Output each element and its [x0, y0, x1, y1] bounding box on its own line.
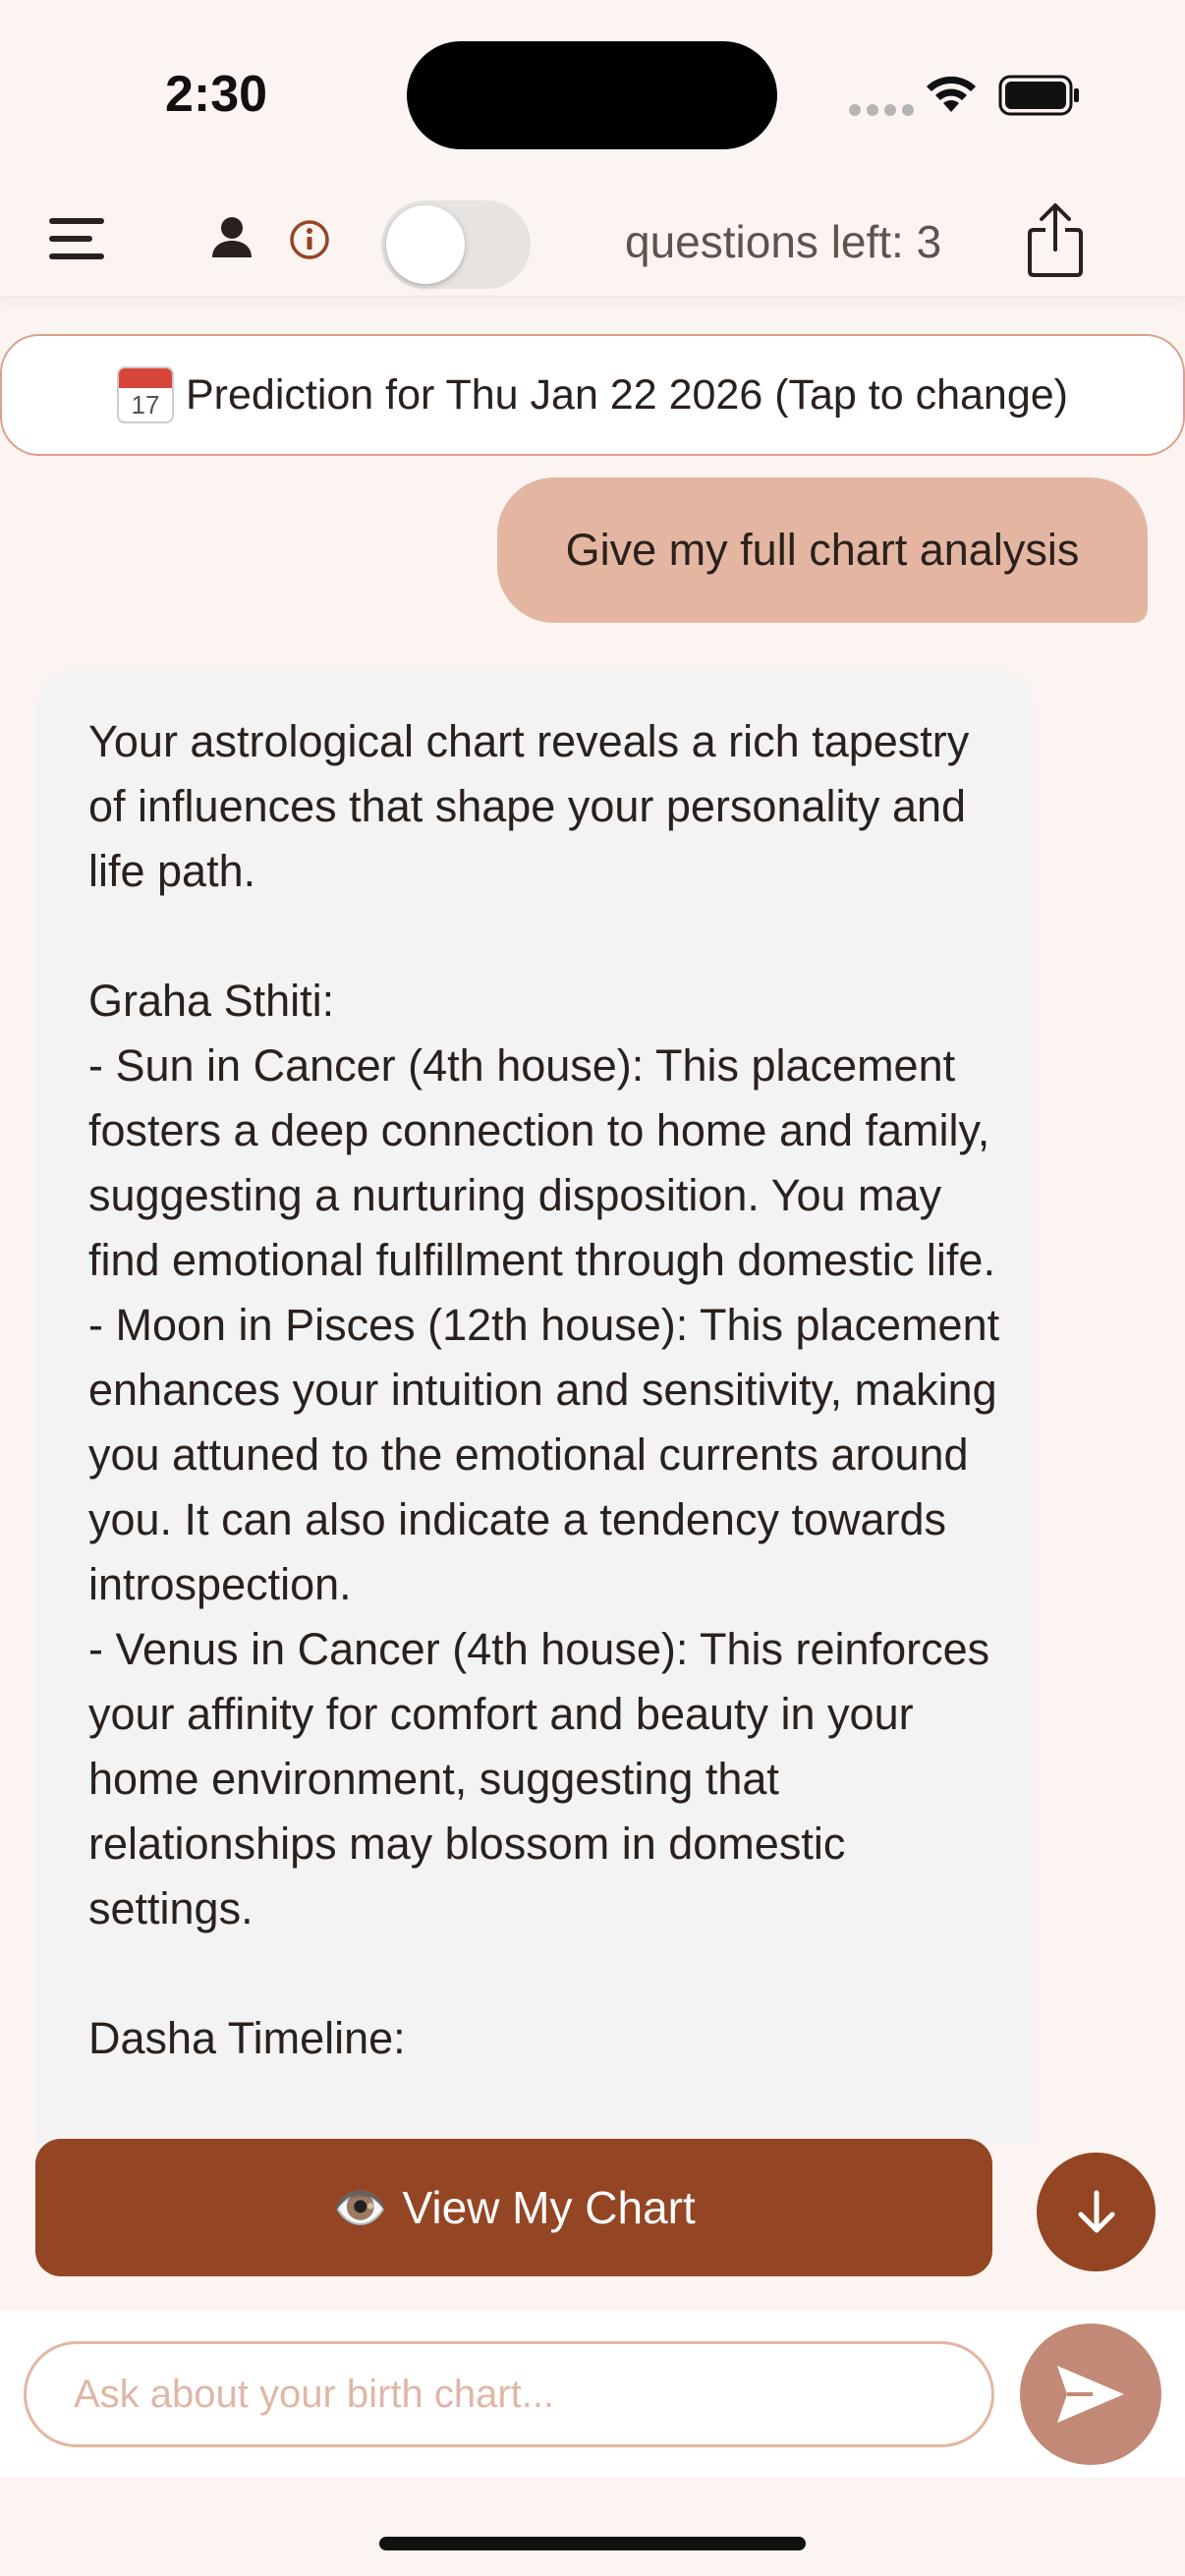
- user-message-text: Give my full chart analysis: [565, 525, 1080, 575]
- menu-icon[interactable]: [49, 216, 104, 261]
- scroll-down-button[interactable]: [1037, 2153, 1156, 2271]
- battery-icon: [998, 75, 1079, 116]
- share-icon[interactable]: [1024, 200, 1087, 281]
- user-message-bubble: Give my full chart analysis: [497, 477, 1148, 623]
- prediction-date-button[interactable]: 17 Prediction for Thu Jan 22 2026 (Tap t…: [0, 334, 1185, 456]
- send-button[interactable]: [1020, 2324, 1161, 2465]
- arrow-down-icon: [1078, 2190, 1114, 2232]
- status-bar: 2:30: [0, 0, 1185, 187]
- app-screen: 2:30 questions left: 3 17 Prediction for…: [0, 0, 1185, 2576]
- view-chart-label: View My Chart: [402, 2182, 696, 2233]
- wifi-icon: [927, 76, 976, 112]
- status-time: 2:30: [165, 66, 268, 123]
- questions-left-counter: questions left: 3: [625, 216, 942, 267]
- mode-toggle[interactable]: [381, 200, 531, 289]
- toggle-knob: [386, 205, 465, 284]
- calendar-icon: 17: [116, 366, 174, 423]
- chat-input-bar: [0, 2311, 1185, 2478]
- cellular-signal-icon: [849, 104, 914, 116]
- ai-message-text: Your astrological chart reveals a rich t…: [88, 716, 1000, 2063]
- app-header: questions left: 3: [0, 187, 1185, 297]
- ai-message-bubble: Your astrological chart reveals a rich t…: [37, 670, 1034, 2144]
- dynamic-island: [407, 41, 777, 149]
- info-icon[interactable]: [285, 210, 334, 269]
- view-chart-button[interactable]: 👁️ View My Chart: [35, 2139, 992, 2276]
- home-indicator[interactable]: [379, 2537, 806, 2550]
- prediction-date-label: Prediction for Thu Jan 22 2026 (Tap to c…: [185, 370, 1068, 419]
- eye-icon: 👁️: [332, 2181, 389, 2233]
- person-icon[interactable]: [208, 210, 255, 269]
- send-icon: [1057, 2366, 1124, 2423]
- chat-input[interactable]: [24, 2341, 994, 2447]
